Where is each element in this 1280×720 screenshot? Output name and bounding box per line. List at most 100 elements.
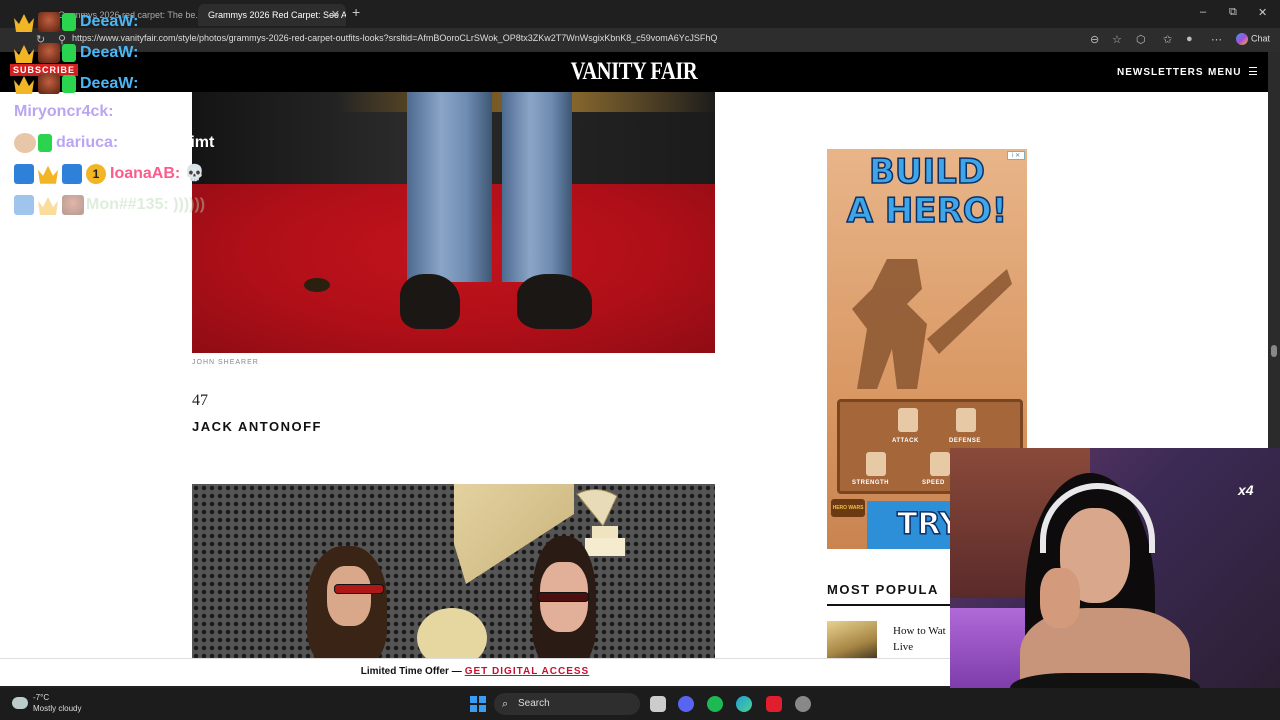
dark-sunglasses: [537, 592, 589, 602]
chat-text: )))))): [173, 196, 206, 214]
weather-temperature: -7°C: [33, 693, 50, 702]
chat-username: IoanaAB:: [110, 165, 181, 182]
skull-emote-icon: 💀: [184, 165, 205, 182]
copilot-chat-button[interactable]: Chat: [1236, 33, 1270, 45]
avatar: [38, 12, 60, 32]
edge-icon[interactable]: [736, 696, 752, 712]
gift-badge-icon: [62, 44, 76, 62]
multiplier-overlay: x4: [1238, 482, 1254, 498]
left-jean-leg: [407, 92, 492, 282]
spotify-icon[interactable]: [707, 696, 723, 712]
windows-taskbar: -7°C Mostly cloudy ⌕ Search: [0, 688, 1280, 720]
minimize-button[interactable]: –: [1200, 6, 1206, 18]
left-shoe: [400, 274, 460, 329]
chat-message: 1 IoanaAB: 💀: [14, 163, 205, 184]
reader-icon[interactable]: ⊖: [1090, 33, 1099, 46]
attack-icon: [898, 408, 918, 432]
offer-text: Limited Time Offer —: [360, 666, 462, 677]
file-explorer-icon[interactable]: [650, 696, 666, 712]
search-icon: ⌕: [502, 698, 509, 710]
tab-title: Grammys 2026 Red Carpet: See All: [208, 10, 346, 20]
close-window-button[interactable]: ✕: [1258, 6, 1267, 19]
chat-username: Miryoncr4ck:: [14, 103, 114, 120]
scrollbar-thumb[interactable]: [1271, 345, 1277, 357]
hamburger-icon[interactable]: [1249, 67, 1257, 75]
offer-banner: Limited Time Offer — GET DIGITAL ACCESS: [0, 658, 950, 686]
discord-icon[interactable]: [678, 696, 694, 712]
copilot-icon: [1236, 33, 1248, 45]
defense-icon: [956, 408, 976, 432]
new-tab-button[interactable]: +: [352, 4, 360, 20]
person-left-face: [327, 566, 371, 626]
stat-defense: DEFENSE: [949, 438, 981, 444]
digital-access-link[interactable]: GET DIGITAL ACCESS: [465, 666, 590, 677]
divider: [827, 604, 957, 606]
favorites-icon[interactable]: ✩: [1163, 33, 1172, 46]
crown-badge-icon: [14, 14, 34, 32]
right-jean-leg: [502, 92, 572, 282]
strength-icon: [866, 452, 886, 476]
start-button[interactable]: [470, 696, 486, 712]
gallery-photo-jeans: [192, 92, 715, 353]
chat-text: asa ma simt: [122, 134, 215, 152]
chat-message: DeeaW:: [14, 74, 138, 94]
floor-marker: [304, 278, 330, 292]
avatar: [38, 43, 60, 63]
chat-username: DeeaW:: [80, 13, 139, 31]
restore-button[interactable]: ⧉: [1229, 6, 1237, 19]
bits-badge-icon: [62, 163, 82, 184]
app-settings-icon[interactable]: [795, 696, 811, 712]
screen: Grammys 2026 red carpet: The be... Gramm…: [0, 0, 1280, 720]
close-tab-icon[interactable]: ✕: [331, 4, 340, 26]
streamer-hand: [1040, 568, 1080, 628]
app-red-icon[interactable]: [766, 696, 782, 712]
gift-badge-icon: [62, 13, 76, 31]
crown-badge-icon: [38, 197, 58, 215]
chat-label: Chat: [1251, 33, 1271, 44]
cloud-icon: [12, 697, 28, 709]
menu-button[interactable]: MENU: [1208, 67, 1241, 78]
stat-strength: STRENGTH: [852, 480, 889, 486]
chat-message: Mon##135: )))))): [14, 195, 205, 215]
chat-message: DeeaW:: [14, 12, 138, 32]
gallery-photo-group: [192, 484, 715, 658]
taskbar-search-label: Search: [518, 698, 550, 709]
chat-username: DeeaW:: [80, 75, 139, 93]
extensions-icon[interactable]: ⬡: [1136, 33, 1146, 46]
gift-badge-icon: [38, 134, 52, 152]
chat-message: Miryoncr4ck: who?: [14, 103, 160, 121]
ad-headline: BUILD A HERO!: [827, 152, 1027, 232]
photo-credit: JOHN SHEARER: [192, 359, 259, 366]
number-badge: 1: [86, 163, 106, 184]
chat-username: DeeaW:: [80, 44, 139, 62]
chat-text: who?: [118, 103, 160, 120]
ad-headline-line2: A HERO!: [846, 191, 1008, 232]
avatar: [62, 195, 84, 215]
stat-attack: ATTACK: [892, 438, 919, 444]
stat-speed: SPEED: [922, 480, 945, 486]
profile-avatar-icon[interactable]: ●: [1186, 33, 1193, 45]
tool-badge-icon: [14, 195, 34, 215]
crown-badge-icon: [14, 45, 34, 63]
weather-condition: Mostly cloudy: [33, 704, 82, 713]
newsletters-link[interactable]: NEWSLETTERS: [1117, 67, 1204, 78]
popular-item-thumbnail[interactable]: [827, 621, 877, 658]
chat-username: Mon##135:: [86, 196, 169, 214]
vanity-fair-logo[interactable]: VANITY FAIR: [114, 58, 1154, 86]
hero-silhouette-icon: [852, 259, 1012, 389]
speed-icon: [930, 452, 950, 476]
slide-title: JACK ANTONOFF: [192, 419, 322, 434]
tool-badge-icon: [14, 163, 34, 184]
stream-chat-overlay: DeeaW: DeeaW: SUBSCRIBE DeeaW: Miryoncr4…: [0, 0, 214, 225]
avatar: [38, 74, 60, 94]
tab-grammys-see-all[interactable]: Grammys 2026 Red Carpet: See All ✕: [198, 4, 346, 26]
weather-widget[interactable]: -7°C Mostly cloudy: [12, 692, 81, 714]
most-popular-heading: MOST POPULA: [827, 582, 939, 597]
more-menu-icon[interactable]: ⋯: [1211, 33, 1222, 46]
crown-badge-icon: [14, 76, 34, 94]
ad-brand-logo: HERO WARS: [831, 499, 865, 517]
chat-username: dariuca:: [56, 134, 119, 152]
crown-badge-icon: [38, 165, 58, 184]
favorite-star-icon[interactable]: ☆: [1112, 33, 1122, 46]
taskbar-search[interactable]: ⌕ Search: [494, 693, 640, 715]
